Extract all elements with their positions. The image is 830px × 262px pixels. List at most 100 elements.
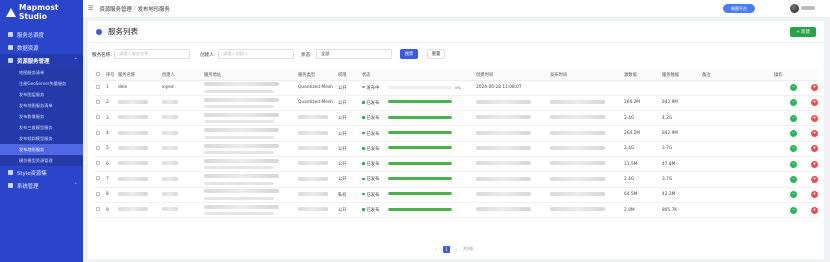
view-icon[interactable]: – [790, 114, 797, 122]
delete-icon[interactable]: ▾ [811, 160, 818, 168]
service-url[interactable] [202, 172, 296, 187]
table-row[interactable]: 1 dele xiyed Quantized-Mesh 公开 发布中 0% 2024-06-2… [94, 80, 818, 96]
delete-icon[interactable]: ▾ [811, 84, 818, 92]
submenu-item[interactable]: 发布倾斜模型服务 [0, 133, 83, 144]
sidebar-item-label: 服务总调度 [17, 32, 44, 39]
delete-icon[interactable]: ▾ [811, 99, 818, 107]
row-checkbox[interactable] [96, 161, 100, 166]
service-name [116, 156, 160, 171]
progress-cell [386, 95, 474, 110]
sidebar-item-resource-services[interactable]: 资源服务管理 ˄ [0, 54, 83, 67]
service-url[interactable] [202, 141, 296, 156]
delete-icon[interactable]: ▾ [811, 114, 818, 122]
delete-icon[interactable]: ▾ [811, 130, 818, 138]
view-icon[interactable]: – [790, 206, 797, 214]
view-icon[interactable]: – [790, 175, 797, 183]
view-icon[interactable]: – [790, 130, 797, 138]
status-filter-select[interactable]: 全部 ˅ [316, 49, 392, 59]
status: 已发布 [360, 172, 386, 187]
delete-icon[interactable]: ▾ [811, 206, 818, 214]
view-icon[interactable]: – [790, 145, 797, 153]
sidebar-item-system[interactable]: 系统管理 ˅ [0, 179, 83, 192]
menu-toggle-icon[interactable]: ☰ [88, 5, 93, 12]
row-checkbox[interactable] [96, 176, 100, 181]
next-page-icon[interactable]: › [453, 246, 460, 253]
page-number[interactable]: 1 [443, 245, 450, 253]
sidebar-item-style[interactable]: Style资源集 [0, 166, 83, 179]
row-checkbox[interactable] [96, 207, 100, 212]
sidebar-item-data[interactable]: 数据资源 [0, 41, 83, 54]
submenu-item[interactable]: 发布影像服务 [0, 111, 83, 122]
select-all-checkbox[interactable] [96, 71, 100, 76]
created-time [474, 95, 548, 110]
row-checkbox[interactable] [96, 191, 100, 196]
table-row[interactable]: 3 公开 已发布 2.4G 4.2G – ▾ [94, 111, 818, 126]
status-dot-icon [362, 116, 365, 119]
table-row[interactable]: 6 公开 已发布 11.5M 47.8M – ▾ [94, 156, 818, 172]
row-checkbox[interactable] [96, 145, 100, 150]
redacted-text [204, 82, 279, 87]
service-url[interactable] [202, 202, 296, 217]
submenu-item[interactable]: 发布图层服务 [0, 89, 83, 100]
row-checkbox[interactable] [96, 84, 100, 89]
table-row[interactable]: 2 Quantized-Mesh 公开 已发布 264.2M 842.9M – ▾ [94, 95, 818, 111]
name-filter-input[interactable]: 请输入服务名称 [114, 49, 190, 59]
user-name[interactable] [801, 6, 815, 10]
delete-icon[interactable]: ▾ [811, 145, 818, 153]
table-row[interactable]: 5 公开 已发布 2.4G 3.7G – ▾ [94, 141, 818, 157]
view-icon[interactable]: – [790, 160, 797, 168]
breadcrumb-root[interactable]: 资源服务管理 [99, 5, 131, 13]
service-url[interactable] [202, 187, 296, 202]
redacted-text [162, 176, 178, 181]
row-checkbox[interactable] [96, 115, 100, 120]
table-row[interactable]: 9 公开 已发布 2.9M 895.7K – ▾ [94, 202, 818, 218]
created-time: 2024-06-28 11:08:07 [476, 85, 522, 91]
source-size: 2.4G [624, 146, 635, 152]
reset-button[interactable]: 重置 [427, 49, 445, 59]
submenu-item[interactable]: 发布地图服务清单 [0, 100, 83, 111]
table-row[interactable]: 8 私有 已发布 64.5M 42.3M – ▾ [94, 187, 818, 203]
row-checkbox[interactable] [96, 99, 100, 104]
view-icon[interactable]: – [790, 84, 797, 92]
delete-icon[interactable]: ▾ [811, 175, 818, 183]
table-row[interactable]: 7 公开 已发布 2.4G 3.7G – ▾ [94, 172, 818, 188]
table-row[interactable]: 4 公开 已发布 264.2M 842.9M – ▾ [94, 126, 818, 142]
service-url[interactable] [202, 126, 296, 141]
submenu-item[interactable]: 发布三维模型服务 [0, 122, 83, 133]
view-icon[interactable]: – [790, 191, 797, 199]
published-time [548, 156, 622, 171]
delete-icon[interactable]: ▾ [811, 191, 818, 199]
create-button[interactable]: + 新建 [790, 27, 816, 37]
sidebar-item-dispatch[interactable]: 服务总调度 [0, 28, 83, 41]
service-url[interactable] [202, 111, 296, 126]
submenu-item[interactable]: 地图服务清单 [0, 67, 83, 78]
row-index: 8 [106, 192, 109, 198]
redacted-text [204, 166, 274, 170]
progress-cell [386, 156, 474, 171]
redacted-text [476, 161, 531, 166]
creator-filter-label: 创建人: [200, 53, 216, 58]
search-button[interactable]: 搜索 [400, 49, 418, 59]
submenu-item-terrain[interactable]: 发布地形服务 [0, 144, 83, 155]
avatar[interactable] [790, 4, 799, 13]
creator-filter-input[interactable]: 请输入创建人 [218, 49, 294, 59]
service-type [296, 111, 336, 126]
actions: – ▾ [772, 126, 818, 141]
submenu-item[interactable]: 注册GeoServer矢量服务 [0, 78, 83, 89]
service-url[interactable] [202, 95, 296, 110]
redacted-text [476, 115, 531, 120]
redacted-text [550, 161, 605, 166]
submenu-item[interactable]: 模仿模型资源管理 [0, 155, 83, 166]
service-url[interactable] [202, 80, 296, 95]
view-icon[interactable]: – [790, 99, 797, 107]
service-url[interactable] [202, 156, 296, 171]
row-checkbox[interactable] [96, 130, 100, 135]
redacted-text [162, 115, 178, 120]
prev-page-icon[interactable]: ‹ [433, 246, 440, 253]
service-type [296, 126, 336, 141]
created-time [474, 156, 548, 171]
app-logo[interactable]: Mapmost Studio [0, 0, 83, 24]
style-icon [8, 170, 13, 175]
redacted-text [550, 176, 605, 181]
portal-button[interactable]: 制图平台 [723, 4, 755, 13]
